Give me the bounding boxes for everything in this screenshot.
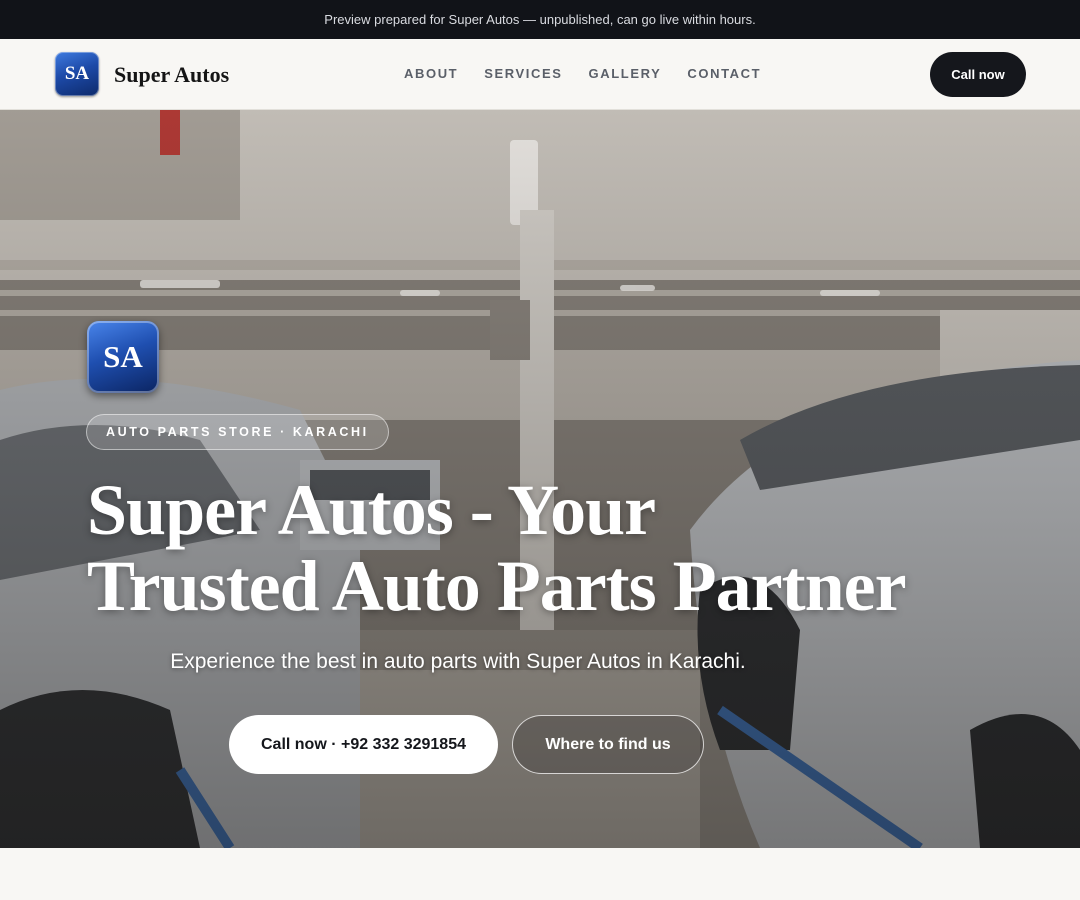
site-header: SA Super Autos ABOUT SERVICES GALLERY CO…	[0, 39, 1080, 110]
brand-name[interactable]: Super Autos	[114, 62, 229, 88]
nav-gallery[interactable]: GALLERY	[589, 66, 662, 81]
nav-services[interactable]: SERVICES	[484, 66, 562, 81]
hero-logo-badge: SA	[87, 321, 159, 393]
hero-section: SA AUTO PARTS STORE · KARACHI Super Auto…	[0, 110, 1080, 848]
next-section	[0, 848, 1080, 900]
main-nav: ABOUT SERVICES GALLERY CONTACT	[404, 66, 761, 81]
nav-about[interactable]: ABOUT	[404, 66, 458, 81]
nav-contact[interactable]: CONTACT	[687, 66, 761, 81]
call-now-button[interactable]: Call now · +92 332 3291854	[229, 715, 498, 774]
preview-banner: Preview prepared for Super Autos — unpub…	[0, 0, 1080, 39]
hero-title-line2: Trusted Auto Parts Partner	[87, 546, 907, 626]
where-to-find-us-button[interactable]: Where to find us	[512, 715, 704, 774]
hero-tag: AUTO PARTS STORE · KARACHI	[86, 414, 389, 450]
hero-title-line1: Super Autos - Your	[87, 470, 656, 550]
hero-subtitle: Experience the best in auto parts with S…	[170, 650, 746, 673]
header-call-button[interactable]: Call now	[930, 52, 1026, 97]
preview-banner-text: Preview prepared for Super Autos — unpub…	[324, 12, 756, 27]
logo-badge[interactable]: SA	[55, 52, 99, 96]
hero-title: Super Autos - Your Trusted Auto Parts Pa…	[87, 472, 987, 624]
